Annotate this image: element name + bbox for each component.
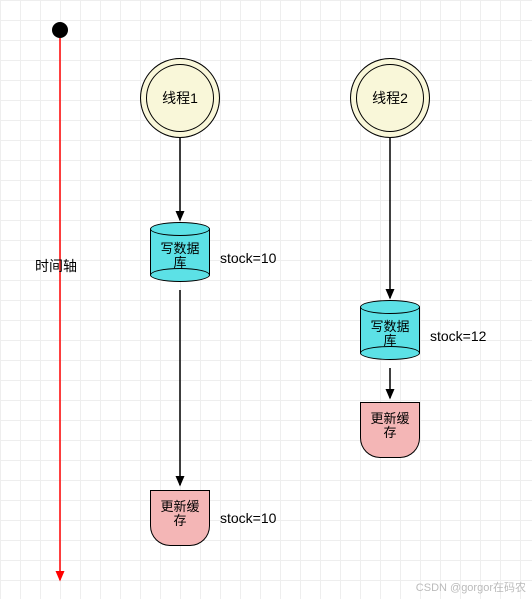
timeline-label: 时间轴 <box>35 256 77 276</box>
thread2-start-node: 线程2 <box>350 58 430 138</box>
thread1-db-label: 写数据 库 <box>150 238 210 274</box>
thread1-start-label: 线程1 <box>162 88 198 108</box>
thread2-db-label: 写数据 库 <box>360 316 420 352</box>
thread1-cache-label: 更新缓 存 <box>150 496 210 532</box>
thread1-cache-node: 更新缓 存 <box>150 490 210 546</box>
thread2-start-label: 线程2 <box>372 88 408 108</box>
thread2-cache-label: 更新缓 存 <box>360 408 420 444</box>
thread1-db-node: 写数据 库 <box>150 222 210 282</box>
watermark: CSDN @gorgor在码农 <box>416 579 526 595</box>
thread2-db-node: 写数据 库 <box>360 300 420 360</box>
thread1-cache-annotation: stock=10 <box>220 510 276 526</box>
thread1-start-node: 线程1 <box>140 58 220 138</box>
thread2-db-annotation: stock=12 <box>430 328 486 344</box>
thread1-db-annotation: stock=10 <box>220 250 276 266</box>
thread2-cache-node: 更新缓 存 <box>360 402 420 458</box>
